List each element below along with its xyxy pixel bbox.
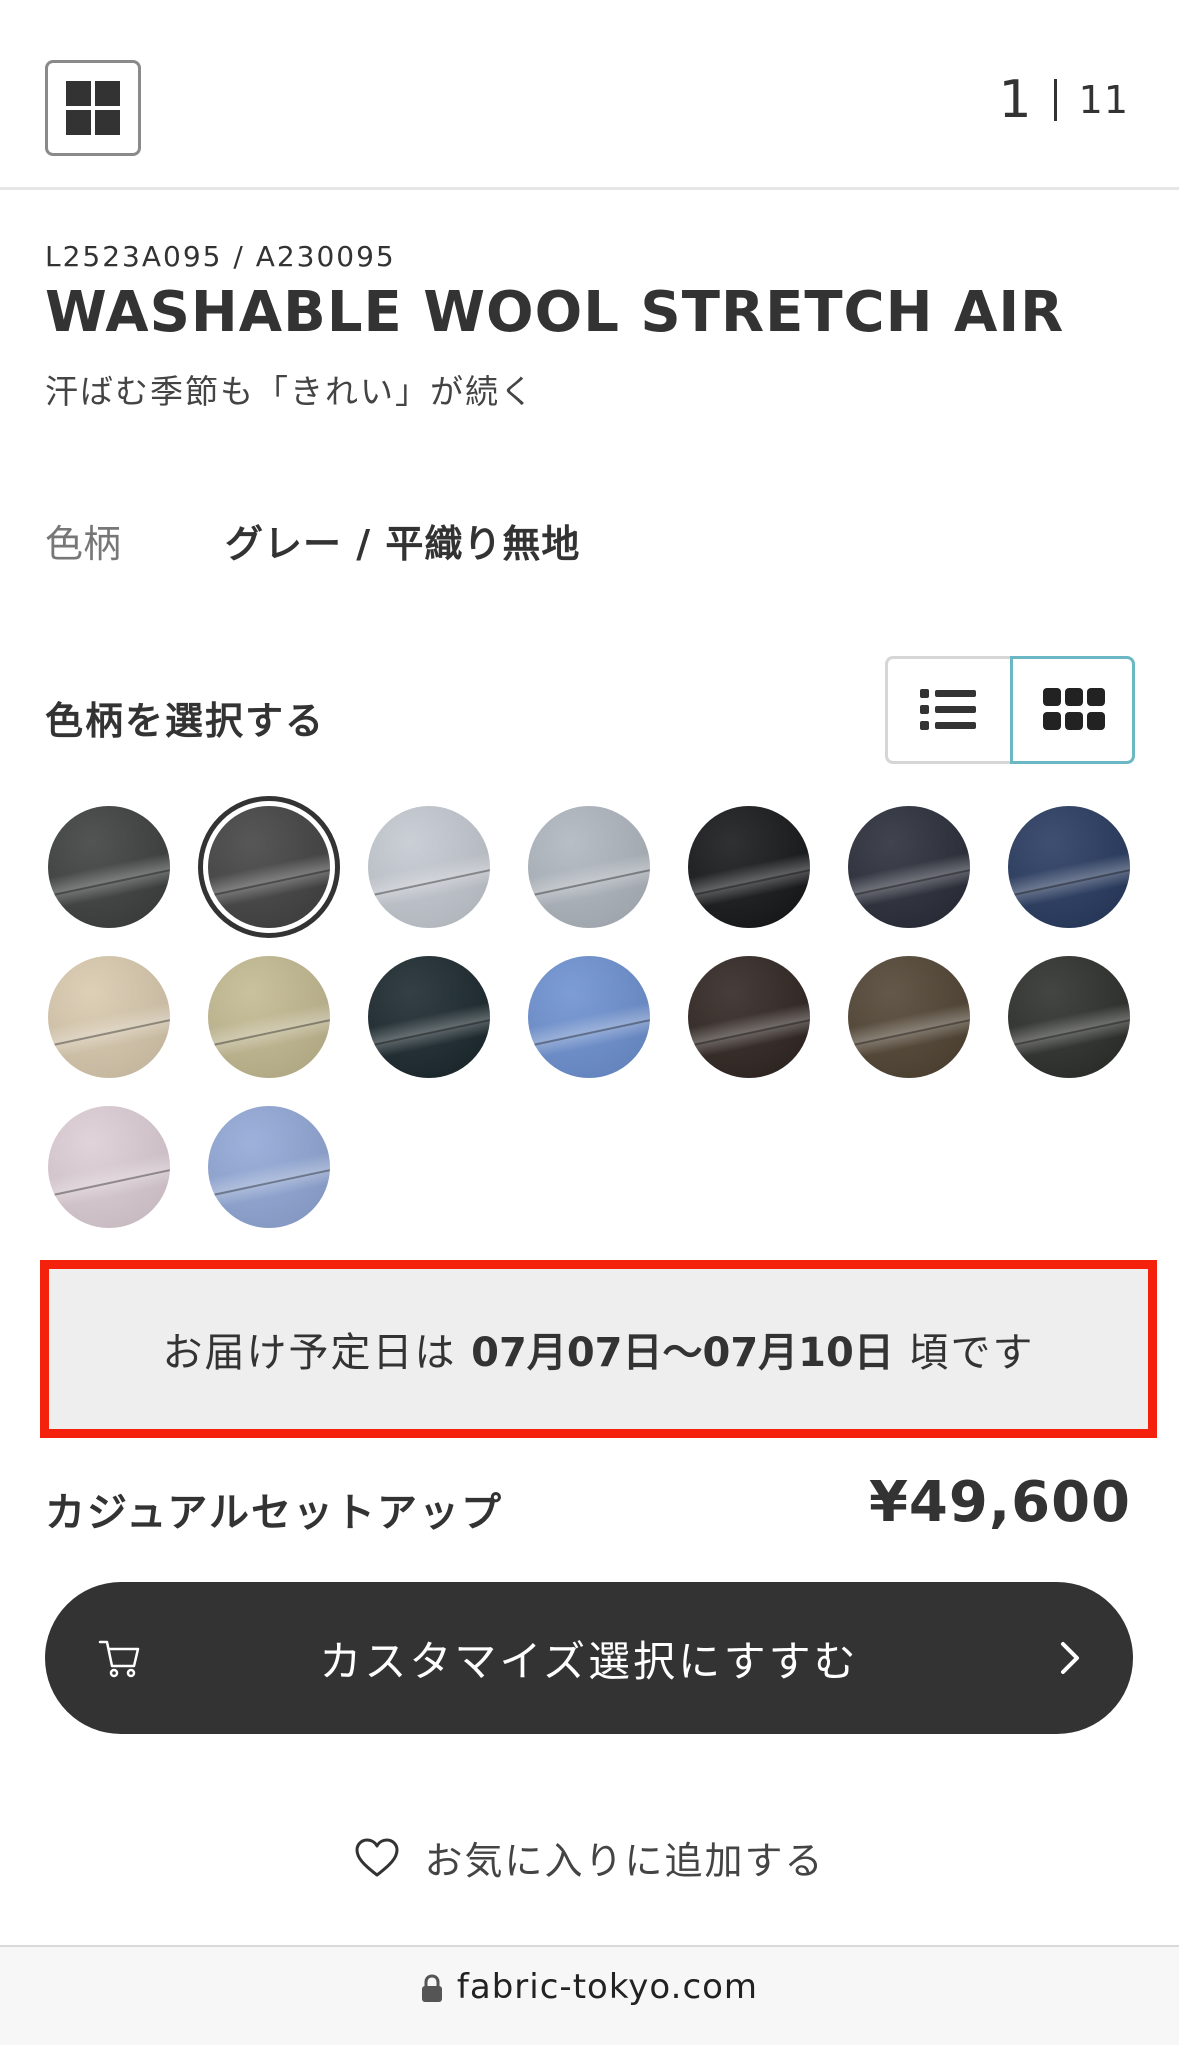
color-swatch[interactable] <box>1008 956 1130 1078</box>
list-icon <box>920 689 976 730</box>
cart-icon <box>98 1640 140 1678</box>
color-value: グレー / 平織り無地 <box>225 522 581 566</box>
delivery-prefix: お届け予定日は <box>162 1330 457 1376</box>
view-toggle <box>885 656 1135 764</box>
color-swatch-selected[interactable] <box>208 806 330 928</box>
customize-button-label: カスタマイズ選択にすすむ <box>319 1636 859 1686</box>
color-swatch[interactable] <box>848 956 970 1078</box>
url-text: fabric-tokyo.com <box>456 1967 759 2007</box>
color-swatch[interactable] <box>528 806 650 928</box>
delivery-dates: 07月07日〜07月10日 <box>471 1330 894 1376</box>
chevron-right-icon <box>1061 1642 1079 1674</box>
top-bar: 1 11 <box>0 0 1179 190</box>
color-swatch[interactable] <box>48 806 170 928</box>
image-pager: 1 11 <box>999 70 1129 130</box>
color-swatch[interactable] <box>368 956 490 1078</box>
color-swatch[interactable] <box>208 1106 330 1228</box>
product-sku: L2523A095 / A230095 <box>45 240 396 273</box>
product-subtitle: 汗ばむ季節も「きれい」が続く <box>45 372 535 411</box>
product-type: カジュアルセットアップ <box>45 1490 503 1536</box>
total-pages: 11 <box>1078 78 1129 122</box>
add-favorite-label: お気に入りに追加する <box>424 1839 825 1883</box>
grid-view-button[interactable] <box>1010 656 1135 764</box>
browser-url-bar[interactable]: fabric-tokyo.com <box>0 1945 1179 2045</box>
color-swatch[interactable] <box>48 956 170 1078</box>
product-price: ¥49,600 <box>868 1470 1131 1535</box>
color-swatch[interactable] <box>688 806 810 928</box>
color-label: 色柄 <box>45 522 122 566</box>
delivery-estimate-text: お届け予定日は 07月07日〜07月10日 頃です <box>162 1320 1034 1378</box>
grid-menu-button[interactable] <box>45 60 141 156</box>
customize-button[interactable]: カスタマイズ選択にすすむ <box>45 1582 1133 1734</box>
color-swatch[interactable] <box>368 806 490 928</box>
grid-icon <box>66 81 91 106</box>
color-swatch[interactable] <box>208 956 330 1078</box>
color-swatch[interactable] <box>528 956 650 1078</box>
color-swatch[interactable] <box>1008 806 1130 928</box>
color-swatch[interactable] <box>48 1106 170 1228</box>
list-view-button[interactable] <box>885 656 1010 764</box>
add-favorite-button[interactable]: お気に入りに追加する <box>0 1830 1179 1885</box>
delivery-suffix: 頃です <box>908 1330 1035 1376</box>
delivery-estimate-box: お届け予定日は 07月07日〜07月10日 頃です <box>40 1260 1157 1438</box>
pager-divider <box>1053 79 1057 121</box>
current-page: 1 <box>998 70 1032 130</box>
color-swatch[interactable] <box>688 956 810 1078</box>
color-select-label: 色柄を選択する <box>45 699 326 743</box>
lock-icon <box>421 1974 442 2002</box>
heart-icon <box>355 1838 399 1876</box>
color-swatch[interactable] <box>848 806 970 928</box>
product-title: WASHABLE WOOL STRETCH AIR <box>45 280 1065 345</box>
dot-grid-icon <box>1043 688 1105 730</box>
